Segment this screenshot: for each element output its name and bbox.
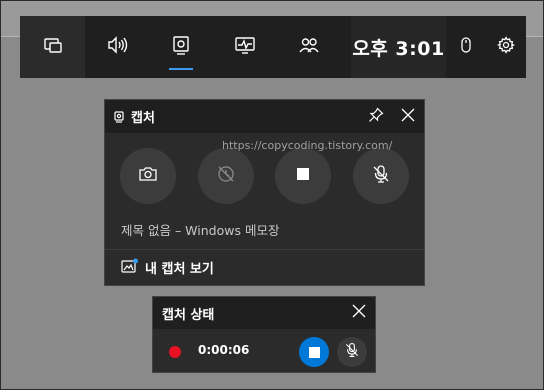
performance-icon bbox=[234, 34, 256, 60]
recording-timer: 0:00:06 bbox=[198, 343, 250, 357]
stop-icon bbox=[293, 164, 313, 188]
mic-muted-icon bbox=[371, 164, 391, 188]
social-widget-button[interactable] bbox=[277, 16, 341, 78]
mic-mute-button[interactable] bbox=[352, 148, 409, 204]
recording-indicator bbox=[169, 346, 181, 358]
gear-icon bbox=[496, 36, 516, 58]
widget-menu-icon bbox=[42, 34, 64, 60]
capture-widget: 캡처 제목 없음 – Windows 메모장 내 캡처 보기 bbox=[104, 99, 425, 286]
capture-widget-title: 캡처 bbox=[131, 111, 155, 126]
capture-icon bbox=[170, 34, 192, 60]
stop-icon bbox=[308, 346, 320, 358]
stop-recording-button[interactable] bbox=[299, 337, 329, 367]
game-bar: 오후 3:01 bbox=[20, 16, 526, 78]
status-mic-button[interactable] bbox=[337, 337, 367, 367]
mic-muted-icon bbox=[344, 342, 360, 362]
capture-close-button[interactable] bbox=[392, 100, 424, 133]
capture-buttons bbox=[120, 148, 409, 204]
status-close-button[interactable] bbox=[343, 297, 375, 329]
screenshot-button[interactable] bbox=[120, 148, 176, 204]
camera-icon bbox=[138, 164, 158, 188]
audio-widget-button[interactable] bbox=[85, 16, 149, 78]
pin-icon bbox=[368, 106, 384, 127]
target-window-label: 제목 없음 – Windows 메모장 bbox=[121, 223, 280, 238]
record-last-icon bbox=[216, 164, 236, 188]
capture-status-widget: 캡처 상태 0:00:06 bbox=[152, 296, 376, 373]
mouse-button[interactable] bbox=[446, 16, 486, 78]
performance-widget-button[interactable] bbox=[213, 16, 277, 78]
mouse-icon bbox=[457, 36, 475, 58]
close-icon bbox=[400, 107, 416, 127]
capture-widget-button[interactable] bbox=[149, 16, 213, 78]
pin-button[interactable] bbox=[360, 100, 392, 133]
capture-status-title: 캡처 상태 bbox=[162, 307, 215, 323]
gallery-link[interactable]: 내 캡처 보기 bbox=[105, 249, 424, 285]
clock: 오후 3:01 bbox=[351, 16, 446, 78]
people-icon bbox=[298, 34, 320, 60]
gallery-label: 내 캡처 보기 bbox=[145, 262, 214, 277]
watermark-text: https://copycoding.tistory.com/ bbox=[222, 139, 393, 152]
close-icon bbox=[351, 303, 367, 323]
record-last-button[interactable] bbox=[197, 148, 254, 204]
record-stop-button[interactable] bbox=[275, 148, 332, 204]
capture-title-icon bbox=[113, 110, 125, 123]
settings-button[interactable] bbox=[486, 16, 526, 78]
capture-status-header[interactable]: 캡처 상태 bbox=[153, 297, 375, 329]
speaker-icon bbox=[106, 34, 128, 60]
gallery-icon bbox=[121, 258, 145, 278]
widget-menu-button[interactable] bbox=[20, 16, 85, 78]
capture-widget-header[interactable]: 캡처 bbox=[105, 100, 424, 133]
